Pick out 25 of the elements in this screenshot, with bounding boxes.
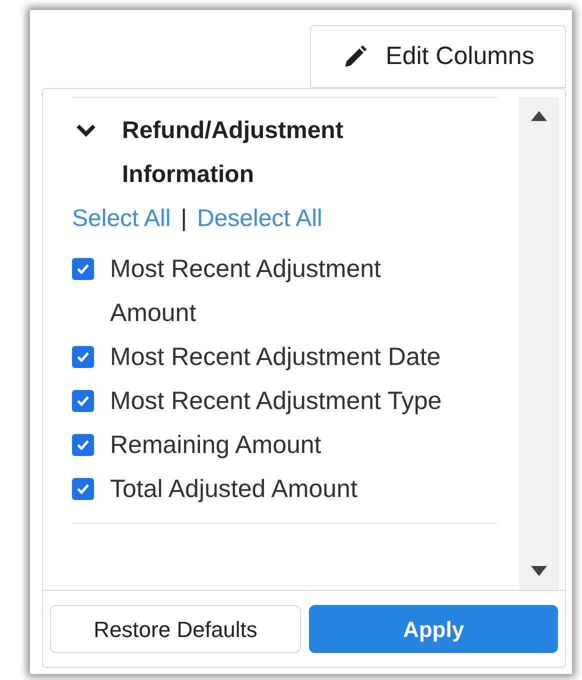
column-checkbox[interactable] [72,346,94,368]
column-label: Most Recent Adjustment Type [110,386,442,417]
column-label: Most Recent Adjustment Date [110,342,441,373]
column-checkbox[interactable] [72,434,94,456]
column-label: Most Recent Adjustment Amount [110,254,382,329]
column-checkbox[interactable] [72,478,94,500]
link-separator: | [180,204,187,234]
check-icon [76,394,90,408]
column-checkbox[interactable] [72,390,94,412]
apply-button[interactable]: Apply [309,605,558,653]
scroll-up-icon[interactable] [531,111,547,121]
scrollbar[interactable] [519,97,559,590]
check-icon [76,438,90,452]
deselect-all-link[interactable]: Deselect All [196,201,322,237]
check-icon [76,350,90,364]
section-title: Refund/Adjustment Information [122,116,344,190]
column-checkbox[interactable] [72,258,94,280]
restore-defaults-button[interactable]: Restore Defaults [50,605,301,653]
select-all-link[interactable]: Select All [72,201,171,237]
column-label: Remaining Amount [110,430,322,461]
check-icon [76,262,90,276]
scroll-down-icon[interactable] [531,566,547,576]
column-label: Total Adjusted Amount [110,474,358,505]
edit-columns-button[interactable]: Edit Columns [310,25,566,88]
check-icon [76,482,90,496]
